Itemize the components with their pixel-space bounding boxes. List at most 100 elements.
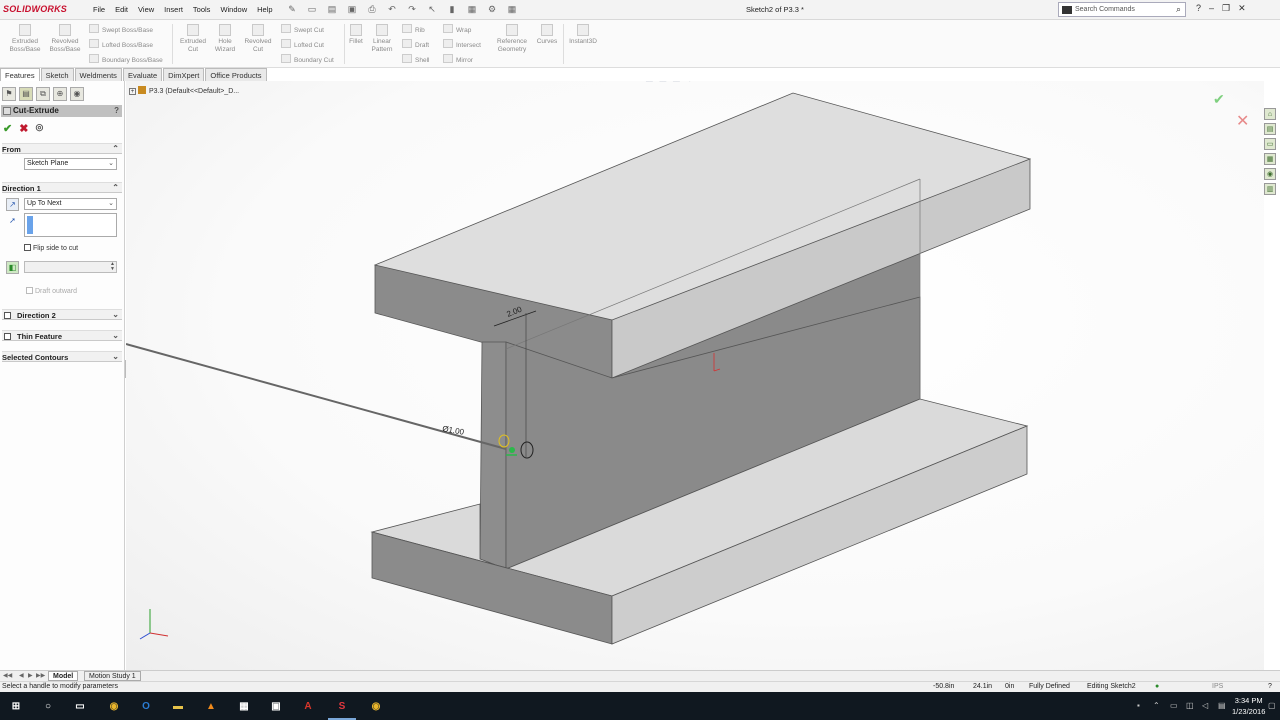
confirmation-cancel-icon[interactable]: ✕ <box>1236 111 1249 131</box>
view-settings-icon[interactable]: ▭ <box>723 81 732 83</box>
search-commands-input[interactable]: Search Commands ⌕ <box>1058 2 1186 17</box>
acrobat-icon[interactable]: A <box>300 698 316 714</box>
checkbox[interactable] <box>26 287 33 294</box>
menu-insert[interactable]: Insert <box>164 5 183 14</box>
drag-handle-icon[interactable] <box>509 447 515 453</box>
lofted-boss-button[interactable]: Lofted Boss/Base <box>89 39 153 49</box>
reverse-direction-icon[interactable]: ↗ <box>6 198 19 211</box>
model-view[interactable]: 2.00 Ø1.00 <box>126 81 1264 670</box>
tab-dimxpert[interactable]: DimXpert <box>163 68 205 81</box>
draft-on-off-icon[interactable]: ◧ <box>6 261 19 274</box>
boundary-boss-button[interactable]: Boundary Boss/Base <box>89 54 163 64</box>
windows-start-icon[interactable]: ⊞ <box>8 698 24 714</box>
extruded-cut-button[interactable]: Extruded Cut <box>174 24 212 54</box>
chrome-icon[interactable]: ◉ <box>106 698 122 714</box>
store-icon[interactable]: ▣ <box>268 698 284 714</box>
extruded-boss-button[interactable]: Extruded Boss/Base <box>6 24 44 54</box>
task-view-icon[interactable]: ▭ <box>72 698 88 714</box>
intersect-button[interactable]: Intersect <box>443 39 481 49</box>
vlc-icon[interactable]: ▲ <box>203 698 219 714</box>
fillet-button[interactable]: Fillet <box>344 24 368 46</box>
zoom-to-area-icon[interactable]: ⊕ <box>620 81 628 83</box>
thin-feature-checkbox[interactable] <box>4 333 11 340</box>
instant3d-button[interactable]: Instant3D <box>565 24 601 46</box>
viewport-restore-icon[interactable]: ❐ <box>1217 81 1224 82</box>
graphics-area[interactable]: + P3.3 (Default<<Default>_D... 2.00 Ø1.0… <box>126 81 1264 670</box>
scroll-prev-icon[interactable]: ◀ <box>19 672 24 679</box>
pin-icon[interactable]: ✎ <box>285 3 299 15</box>
volume-icon[interactable]: ◁ <box>1202 701 1208 710</box>
tab-evaluate[interactable]: Evaluate <box>122 68 163 81</box>
search-scope-icon[interactable] <box>1062 6 1072 14</box>
tab-sketch[interactable]: Sketch <box>40 68 74 81</box>
boundary-cut-button[interactable]: Boundary Cut <box>281 54 334 64</box>
close-button[interactable]: ✕ <box>1238 3 1246 14</box>
new-document-icon[interactable]: ▭ <box>305 3 319 15</box>
system-clock[interactable]: 3:34 PM 1/23/2016 <box>1232 695 1265 717</box>
menu-tools[interactable]: Tools <box>193 5 211 14</box>
open-icon[interactable]: ▤ <box>325 3 339 15</box>
cancel-button[interactable]: ✖ <box>19 122 28 135</box>
solidworks-logo[interactable]: SOLIDWORKS <box>3 4 67 14</box>
custom-properties-icon[interactable]: ▥ <box>1264 183 1276 195</box>
linear-pattern-button[interactable]: Linear Pattern <box>368 24 396 54</box>
show-hidden-icon[interactable]: ⌃ <box>1153 701 1160 710</box>
collapse-icon[interactable]: ⌃ <box>112 183 119 192</box>
minimize-button[interactable]: – <box>1209 3 1214 14</box>
hide-show-icon[interactable]: ◉ <box>686 81 694 83</box>
collapse-icon[interactable]: ⌃ <box>112 144 119 153</box>
grid-icon[interactable]: ▦ <box>505 3 519 15</box>
reference-geometry-button[interactable]: Reference Geometry <box>493 24 531 54</box>
curves-button[interactable]: Curves <box>533 24 561 46</box>
edit-appearance-icon[interactable]: ◐ <box>699 81 704 83</box>
swept-cut-button[interactable]: Swept Cut <box>281 24 324 34</box>
selected-contours-group-header[interactable]: Selected Contours ⌄ <box>2 351 122 362</box>
units-label[interactable]: IPS <box>1212 683 1223 690</box>
people-icon[interactable]: ▪ <box>1137 701 1140 710</box>
display-style-icon[interactable]: ◪ <box>672 81 681 83</box>
direction2-group-header[interactable]: Direction 2 ⌄ <box>2 309 122 320</box>
spinner-icon[interactable]: ▲ ▼ <box>110 262 115 272</box>
confirmation-ok-icon[interactable]: ✔ <box>1213 91 1225 108</box>
help-icon[interactable]: ? <box>1268 683 1272 690</box>
menu-help[interactable]: Help <box>257 5 272 14</box>
configuration-manager-icon[interactable]: ⧉ <box>36 87 50 101</box>
end-condition-select[interactable]: Up To Next ⌄ <box>24 198 117 210</box>
rib-button[interactable]: Rib <box>402 24 425 34</box>
help-icon[interactable]: ? <box>114 106 119 115</box>
menu-edit[interactable]: Edit <box>115 5 128 14</box>
tab-features[interactable]: Features <box>0 68 40 81</box>
zoom-to-fit-icon[interactable]: ⌕ <box>610 81 615 83</box>
restore-button[interactable]: ❐ <box>1222 3 1230 14</box>
menu-file[interactable]: File <box>93 5 105 14</box>
from-select[interactable]: Sketch Plane ⌄ <box>24 158 117 170</box>
lofted-cut-button[interactable]: Lofted Cut <box>281 39 324 49</box>
hole-wizard-button[interactable]: Hole Wizard <box>208 24 242 54</box>
feature-manager-icon[interactable]: ⚑ <box>2 87 16 101</box>
viewport-close-icon[interactable]: ✕ <box>1230 81 1237 82</box>
revolved-cut-button[interactable]: Revolved Cut <box>240 24 276 54</box>
redo-icon[interactable]: ↷ <box>405 3 419 15</box>
property-manager-icon[interactable]: ▤ <box>19 87 33 101</box>
search-icon[interactable]: ○ <box>40 698 56 714</box>
tab-model[interactable]: Model <box>48 671 79 681</box>
rebuild-icon[interactable]: ▮ <box>445 3 459 15</box>
previous-view-icon[interactable]: ↺ <box>633 81 641 83</box>
viewport-minimize-icon[interactable]: ▭ <box>1203 81 1211 82</box>
swept-boss-button[interactable]: Swept Boss/Base <box>89 24 153 34</box>
scroll-last-icon[interactable]: ▶▶ <box>36 672 45 679</box>
expand-icon[interactable]: ⌄ <box>112 331 119 340</box>
wrap-button[interactable]: Wrap <box>443 24 471 34</box>
chrome-icon[interactable]: ◉ <box>368 698 384 714</box>
tab-weldments[interactable]: Weldments <box>74 68 122 81</box>
checkbox[interactable] <box>24 244 31 251</box>
section-view-icon[interactable]: ◧ <box>645 81 654 83</box>
from-group-header[interactable]: From ⌃ <box>2 143 122 154</box>
expand-icon[interactable]: ⌄ <box>112 310 119 319</box>
direction-selection-box[interactable] <box>24 213 117 237</box>
diameter-dimension[interactable]: Ø1.00 <box>442 424 466 437</box>
shell-button[interactable]: Shell <box>402 54 429 64</box>
design-library-icon[interactable]: ▤ <box>1264 123 1276 135</box>
notifications-icon[interactable]: ▢ <box>1268 701 1276 710</box>
thin-feature-group-header[interactable]: Thin Feature ⌄ <box>2 330 122 341</box>
